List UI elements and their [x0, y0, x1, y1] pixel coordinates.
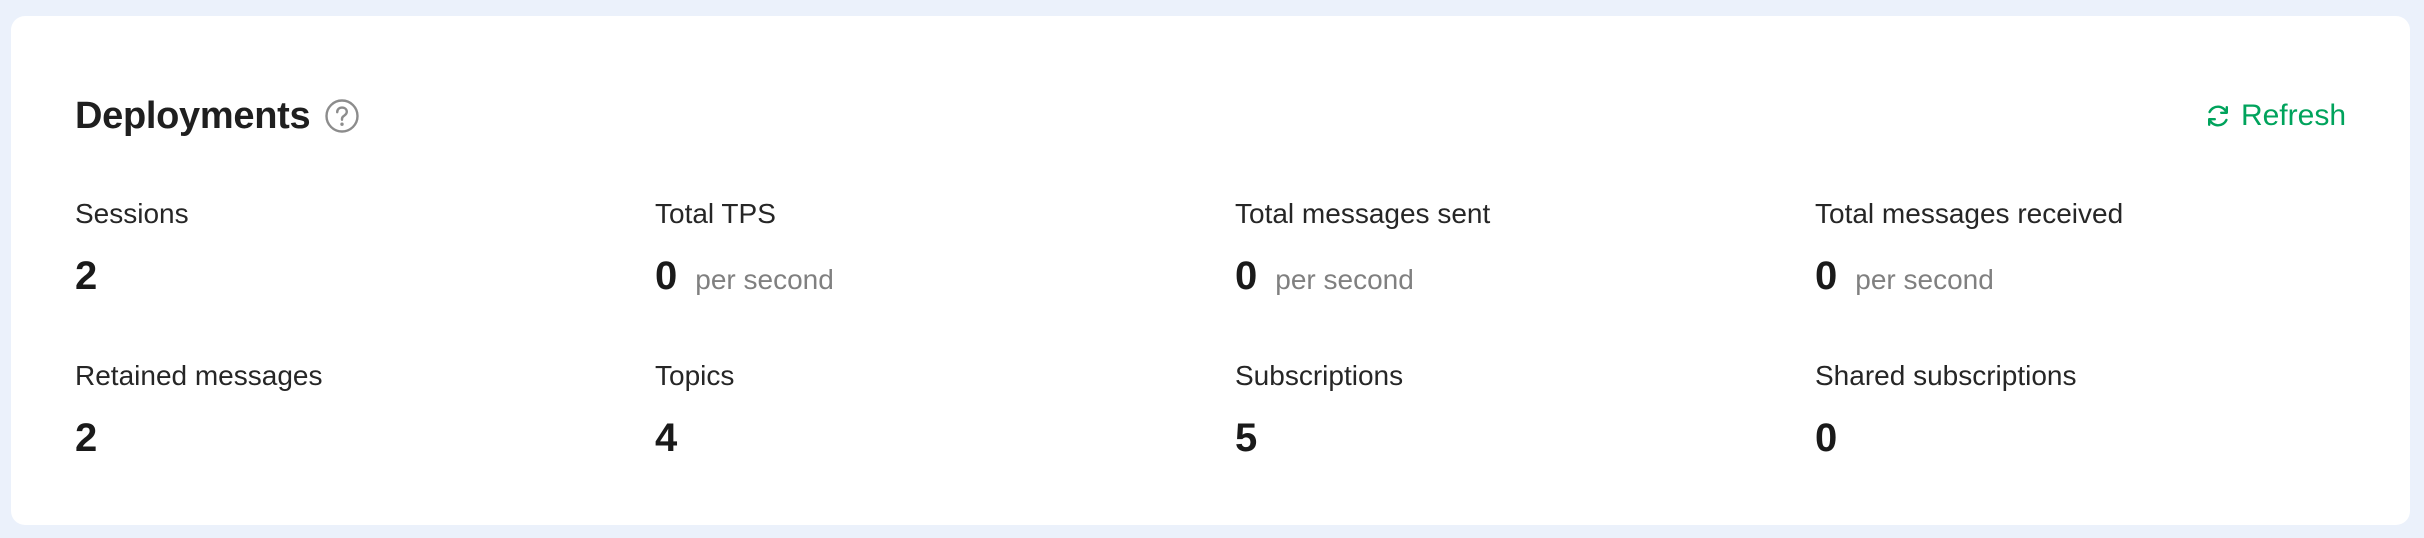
stat-label: Sessions	[75, 198, 189, 229]
deployments-card: Deployments Refresh Sessions 2 Total TPS…	[11, 16, 2410, 525]
page-title: Deployments	[75, 94, 311, 137]
refresh-label: Refresh	[2240, 99, 2346, 132]
stat-topics: Topics 4	[655, 356, 1235, 506]
stat-value: 0	[1815, 416, 1838, 460]
stat-value: 4	[655, 416, 678, 460]
stat-value: 2	[75, 254, 98, 298]
stat-total-messages-sent: Total messages sent 0 per second	[1235, 194, 1815, 356]
stat-label: Topics	[655, 360, 735, 391]
stat-value-row: 2	[75, 254, 655, 299]
stat-retained-messages: Retained messages 2	[75, 356, 655, 506]
stat-value-row: 0 per second	[655, 254, 1235, 299]
refresh-icon	[2207, 105, 2228, 127]
stat-value-row: 4	[655, 416, 1235, 461]
stat-label: Subscriptions	[1235, 360, 1404, 391]
stat-label: Total messages received	[1815, 198, 2124, 229]
stat-total-messages-received: Total messages received 0 per second	[1815, 194, 2375, 356]
stat-unit: per second	[1855, 264, 1994, 295]
question-circle-icon[interactable]	[322, 96, 362, 136]
stat-value-row: 5	[1235, 416, 1815, 461]
stat-subscriptions: Subscriptions 5	[1235, 356, 1815, 506]
stat-label: Total TPS	[655, 198, 776, 229]
stat-shared-subscriptions: Shared subscriptions 0	[1815, 356, 2375, 506]
stats-grid: Sessions 2 Total TPS 0 per second Total …	[75, 194, 2375, 506]
stat-value-row: 2	[75, 416, 655, 461]
stat-sessions: Sessions 2	[75, 194, 655, 356]
stat-label: Total messages sent	[1235, 198, 1491, 229]
stat-value: 0	[1815, 254, 1838, 298]
stat-value-row: 0	[1815, 416, 2375, 461]
stat-label: Shared subscriptions	[1815, 360, 2077, 391]
stat-total-tps: Total TPS 0 per second	[655, 194, 1235, 356]
stat-value-row: 0 per second	[1235, 254, 1815, 299]
stat-unit: per second	[695, 264, 834, 295]
card-header: Deployments Refresh	[75, 86, 2346, 146]
stat-value: 0	[1235, 254, 1258, 298]
refresh-button[interactable]: Refresh	[2205, 99, 2346, 133]
title-group: Deployments	[75, 95, 362, 138]
stat-value: 0	[655, 254, 678, 298]
stat-value: 2	[75, 416, 98, 460]
stat-label: Retained messages	[75, 360, 323, 391]
stat-unit: per second	[1275, 264, 1414, 295]
stat-value: 5	[1235, 416, 1258, 460]
stat-value-row: 0 per second	[1815, 254, 2375, 299]
